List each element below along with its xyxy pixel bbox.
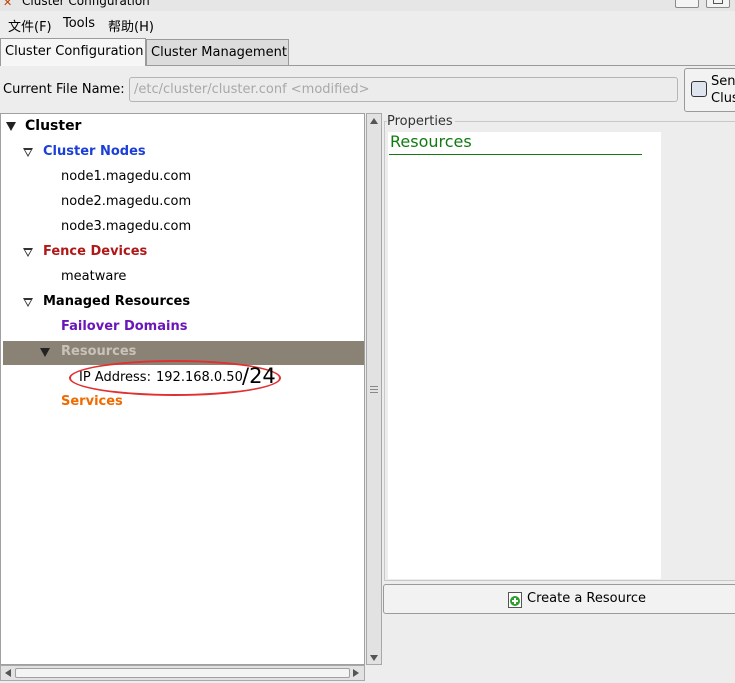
menu-help[interactable]: 帮助(H) xyxy=(108,16,154,35)
expand-arrow-icon[interactable] xyxy=(40,348,50,357)
current-file-field[interactable]: /etc/cluster/cluster.conf <modified> xyxy=(129,77,678,102)
properties-legend: Properties xyxy=(387,114,455,129)
pane-resize-grip-icon[interactable] xyxy=(370,386,378,387)
expand-arrow-icon[interactable] xyxy=(23,248,33,257)
tree-item-fence-device[interactable]: meatware xyxy=(61,269,126,284)
properties-heading-rule xyxy=(389,154,642,155)
annotation-text: /24 xyxy=(242,364,276,388)
scroll-up-icon[interactable] xyxy=(370,118,378,124)
maximize-button[interactable] xyxy=(706,0,730,8)
send-button-label-line1: Sen xyxy=(711,74,735,89)
window-title: Cluster Configuration xyxy=(22,0,150,8)
tab-cluster-management[interactable]: Cluster Management xyxy=(146,39,289,65)
tree-item-resources[interactable]: Resources xyxy=(61,344,136,359)
send-icon xyxy=(691,81,707,97)
create-resource-button[interactable]: Create a Resource xyxy=(383,584,735,614)
expand-arrow-icon[interactable] xyxy=(23,148,33,157)
tree-horizontal-scrollbar[interactable] xyxy=(0,665,365,681)
scroll-left-icon[interactable] xyxy=(5,669,11,677)
expand-arrow-icon[interactable] xyxy=(6,122,16,131)
tree-root-cluster[interactable]: Cluster xyxy=(25,118,81,134)
scroll-right-icon[interactable] xyxy=(353,669,359,677)
scroll-down-icon[interactable] xyxy=(370,655,378,661)
add-resource-icon xyxy=(508,592,522,608)
maximize-icon xyxy=(713,0,723,4)
current-file-label: Current File Name: xyxy=(3,82,125,97)
title-bar: ✕ Cluster Configuration xyxy=(0,0,735,11)
send-button-label-line2: Clus xyxy=(711,91,735,106)
tree-item-managed-resources[interactable]: Managed Resources xyxy=(43,294,190,309)
properties-heading: Resources xyxy=(390,132,472,151)
tab-cluster-configuration[interactable]: Cluster Configuration xyxy=(0,38,146,66)
menu-bar: 文件(F) Tools 帮助(H) xyxy=(0,13,735,37)
tree-item-fence-devices[interactable]: Fence Devices xyxy=(43,244,147,259)
tree-item-services[interactable]: Services xyxy=(61,394,123,409)
tree-item-failover-domains[interactable]: Failover Domains xyxy=(61,319,187,334)
properties-content xyxy=(388,132,661,579)
send-to-cluster-button[interactable]: Sen Clus xyxy=(684,68,735,112)
tree-item-cluster-nodes[interactable]: Cluster Nodes xyxy=(43,144,146,159)
tree-item-node[interactable]: node2.magedu.com xyxy=(61,194,191,209)
app-icon: ✕ xyxy=(3,0,13,9)
tree-vertical-scrollbar[interactable] xyxy=(366,113,382,665)
menu-tools[interactable]: Tools xyxy=(63,16,95,31)
tree-item-node[interactable]: node3.magedu.com xyxy=(61,219,191,234)
tree-item-node[interactable]: node1.magedu.com xyxy=(61,169,191,184)
menu-file[interactable]: 文件(F) xyxy=(8,16,52,35)
create-resource-label: Create a Resource xyxy=(527,591,647,606)
scroll-thumb[interactable] xyxy=(15,668,350,678)
expand-arrow-icon[interactable] xyxy=(23,298,33,307)
minimize-button[interactable] xyxy=(675,0,699,8)
